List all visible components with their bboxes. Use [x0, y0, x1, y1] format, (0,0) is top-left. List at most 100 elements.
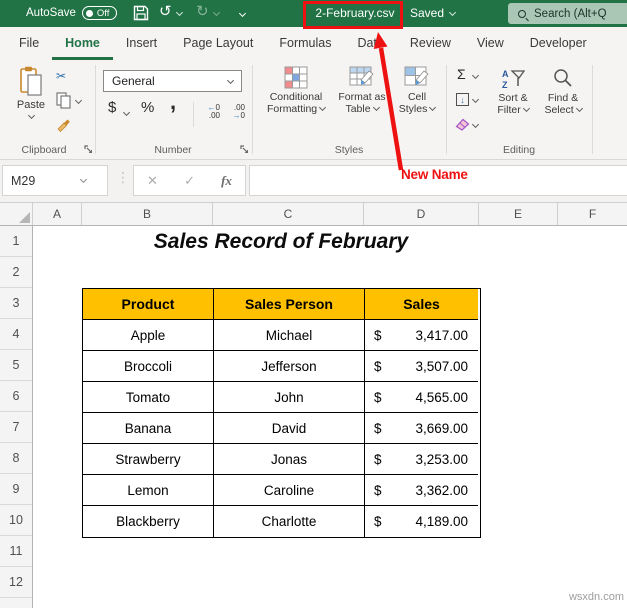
cell-person[interactable]: Charlotte [214, 506, 365, 537]
cell-sales[interactable]: $4,565.00 [365, 382, 478, 413]
autosave-pill[interactable]: Off [82, 6, 118, 20]
find-select-button[interactable]: Find & Select [538, 68, 588, 116]
cell-product[interactable]: Apple [83, 320, 214, 351]
select-all-button[interactable] [0, 203, 33, 225]
decrease-decimal-icon[interactable]: .00→0 [225, 104, 245, 120]
row-header-6[interactable]: 6 [0, 381, 32, 412]
copy-icon[interactable] [56, 92, 74, 109]
fill-button[interactable]: ↓ [456, 93, 469, 106]
cell-person[interactable]: David [214, 413, 365, 444]
column-headers: A B C D E F [0, 203, 627, 226]
tab-formulas[interactable]: Formulas [266, 27, 344, 60]
percent-style-button[interactable]: % [141, 102, 154, 114]
tab-file[interactable]: File [6, 27, 52, 60]
table-header-product[interactable]: Product [83, 289, 214, 320]
search-input[interactable]: Search (Alt+Q [508, 3, 627, 24]
cell-person[interactable]: Caroline [214, 475, 365, 506]
formula-bar-handle[interactable]: ⋮ [116, 169, 130, 186]
cell-sales[interactable]: $3,669.00 [365, 413, 478, 444]
column-header-f[interactable]: F [558, 203, 627, 225]
tab-view[interactable]: View [464, 27, 517, 60]
format-painter-icon[interactable] [56, 116, 72, 132]
tab-insert[interactable]: Insert [113, 27, 170, 60]
fill-dropdown-icon[interactable] [472, 96, 479, 103]
insert-function-icon[interactable]: fx [221, 173, 232, 189]
column-header-b[interactable]: B [82, 203, 213, 225]
tab-page-layout[interactable]: Page Layout [170, 27, 266, 60]
increase-decimal-icon[interactable]: ←0.00 [200, 104, 220, 120]
row-header-4[interactable]: 4 [0, 319, 32, 350]
comma-style-button[interactable]: , [170, 96, 176, 108]
sort-filter-button[interactable]: A Z Sort & Filter [487, 68, 539, 116]
currency-format-button[interactable]: $ [108, 102, 116, 114]
row-header-3[interactable]: 3 [0, 288, 32, 319]
clear-eraser-icon[interactable] [455, 118, 470, 131]
toggle-dot-icon [86, 10, 93, 17]
customize-toolbar-icon[interactable] [240, 9, 250, 21]
redo-icon[interactable]: ↻ [196, 2, 209, 20]
row-header-2[interactable]: 2 [0, 257, 32, 288]
cell-sales[interactable]: $3,253.00 [365, 444, 478, 475]
cell-person[interactable]: Jefferson [214, 351, 365, 382]
cell-sales[interactable]: $3,507.00 [365, 351, 478, 382]
row-header-7[interactable]: 7 [0, 412, 32, 443]
row-header-12[interactable]: 12 [0, 567, 32, 598]
table-header-sales[interactable]: Sales [365, 289, 478, 320]
format-as-table-button[interactable]: Format as Table [331, 66, 393, 115]
tab-review[interactable]: Review [397, 27, 464, 60]
paste-button[interactable]: Paste [8, 66, 54, 120]
cell-product[interactable]: Broccoli [83, 351, 214, 382]
cell-product[interactable]: Banana [83, 413, 214, 444]
undo-icon[interactable]: ↺ [159, 2, 172, 20]
row-headers: 1 2 3 4 5 6 7 8 9 10 11 12 [0, 226, 33, 608]
autosum-dropdown-icon[interactable] [472, 72, 479, 79]
table-header-person[interactable]: Sales Person [214, 289, 365, 320]
cell-product[interactable]: Tomato [83, 382, 214, 413]
undo-dropdown-icon[interactable] [176, 9, 183, 16]
row-header-1[interactable]: 1 [0, 226, 32, 257]
copy-dropdown-icon[interactable] [75, 97, 82, 104]
row-header-8[interactable]: 8 [0, 443, 32, 474]
search-placeholder: Search (Alt+Q [534, 8, 607, 20]
save-status[interactable]: Saved [410, 0, 455, 27]
clear-dropdown-icon[interactable] [472, 121, 479, 128]
row-header-5[interactable]: 5 [0, 350, 32, 381]
row-header-13[interactable] [0, 598, 32, 608]
cell-sales[interactable]: $3,417.00 [365, 320, 478, 351]
row-header-9[interactable]: 9 [0, 474, 32, 505]
cancel-icon[interactable]: ✕ [147, 173, 158, 189]
clipboard-dialog-launcher-icon[interactable] [84, 145, 93, 154]
cell-sales[interactable]: $3,362.00 [365, 475, 478, 506]
save-icon[interactable] [133, 5, 149, 21]
tab-developer[interactable]: Developer [517, 27, 600, 60]
cell-sales[interactable]: $4,189.00 [365, 506, 478, 537]
cell-styles-button[interactable]: Cell Styles [393, 66, 441, 115]
conditional-formatting-button[interactable]: Conditional Formatting [263, 66, 329, 115]
column-header-e[interactable]: E [479, 203, 558, 225]
cut-icon[interactable]: ✂ [56, 70, 66, 82]
cell-product[interactable]: Lemon [83, 475, 214, 506]
redo-dropdown-icon[interactable] [213, 9, 220, 16]
column-header-d[interactable]: D [364, 203, 479, 225]
number-dialog-launcher-icon[interactable] [240, 145, 249, 154]
row-header-10[interactable]: 10 [0, 505, 32, 536]
tab-home[interactable]: Home [52, 27, 113, 60]
autosave-toggle[interactable]: AutoSave Off [26, 6, 117, 20]
cell-person[interactable]: Michael [214, 320, 365, 351]
cell-person[interactable]: Jonas [214, 444, 365, 475]
enter-icon[interactable]: ✓ [184, 173, 195, 189]
column-header-a[interactable]: A [33, 203, 82, 225]
tab-data[interactable]: Data [344, 27, 396, 60]
autosum-button[interactable]: Σ [457, 68, 466, 80]
name-box-dropdown-icon[interactable] [80, 176, 87, 183]
column-header-c[interactable]: C [213, 203, 364, 225]
name-box-input[interactable] [3, 174, 73, 188]
save-status-label: Saved [410, 0, 444, 27]
currency-dropdown-icon[interactable] [123, 109, 130, 116]
cell-product[interactable]: Strawberry [83, 444, 214, 475]
name-box[interactable] [2, 165, 108, 196]
cell-product[interactable]: Blackberry [83, 506, 214, 537]
row-header-11[interactable]: 11 [0, 536, 32, 567]
cell-person[interactable]: John [214, 382, 365, 413]
currency-symbol: $ [374, 452, 382, 467]
